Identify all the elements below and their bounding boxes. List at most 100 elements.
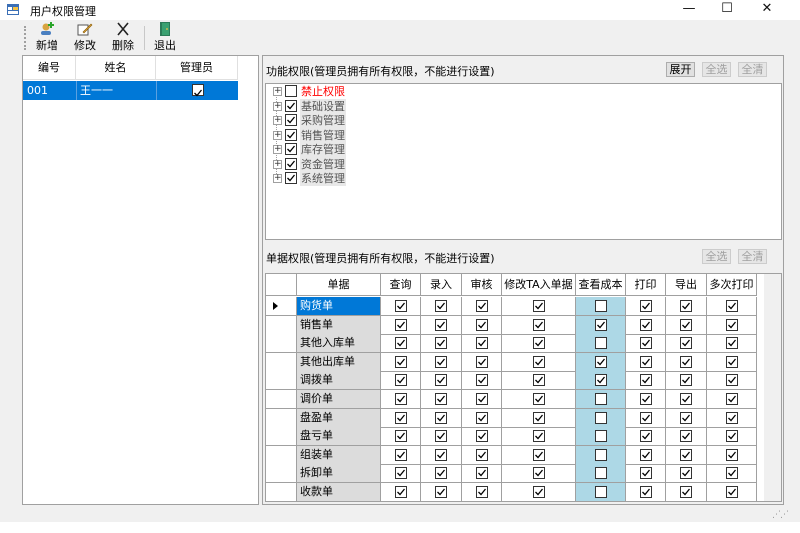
permission-checkbox[interactable] — [639, 486, 652, 498]
row-header[interactable] — [266, 315, 297, 335]
permission-checkbox[interactable] — [680, 374, 692, 387]
permission-checkbox[interactable] — [680, 448, 692, 461]
permission-checkbox[interactable] — [394, 355, 407, 368]
expand-node-icon[interactable]: + — [273, 87, 282, 96]
column-header[interactable]: 导出 — [666, 274, 707, 296]
permission-checkbox[interactable] — [639, 411, 652, 424]
permission-checkbox[interactable] — [725, 411, 738, 424]
function-select-all-button[interactable]: 全选 — [702, 62, 731, 77]
maximize-button[interactable]: ☐ — [706, 0, 748, 20]
permission-checkbox[interactable] — [639, 337, 652, 350]
permission-checkbox[interactable] — [394, 374, 407, 387]
admin-checkbox[interactable] — [191, 84, 204, 97]
permission-checkbox[interactable] — [435, 337, 447, 350]
row-header[interactable] — [266, 334, 297, 354]
document-name-cell[interactable]: 拆卸单 — [297, 464, 381, 484]
document-name-cell[interactable]: 其他出库单 — [297, 352, 381, 372]
permission-checkbox[interactable] — [725, 467, 738, 480]
permission-checkbox[interactable] — [639, 393, 652, 405]
permission-checkbox[interactable] — [594, 467, 607, 480]
permission-checkbox[interactable] — [435, 300, 447, 312]
permission-checkbox[interactable] — [639, 355, 652, 368]
permission-checkbox[interactable] — [725, 486, 738, 498]
row-header[interactable] — [266, 371, 297, 391]
permission-checkbox[interactable] — [435, 355, 447, 368]
permission-checkbox[interactable] — [594, 355, 607, 368]
permission-checkbox[interactable] — [475, 430, 488, 443]
column-header[interactable]: 多次打印 — [707, 274, 757, 296]
tree-node-checkbox[interactable] — [285, 172, 297, 184]
document-name-cell[interactable]: 收款单 — [297, 483, 381, 501]
permission-checkbox[interactable] — [680, 337, 692, 350]
permission-checkbox[interactable] — [680, 318, 692, 331]
permission-checkbox[interactable] — [532, 411, 545, 424]
permission-checkbox[interactable] — [594, 430, 607, 443]
permission-checkbox[interactable] — [394, 430, 407, 443]
row-header[interactable] — [266, 390, 297, 409]
permission-checkbox[interactable] — [394, 300, 407, 312]
permission-checkbox[interactable] — [475, 411, 488, 424]
permission-checkbox[interactable] — [475, 486, 488, 498]
column-header[interactable]: 查看成本 — [576, 274, 626, 296]
permission-checkbox[interactable] — [435, 393, 447, 405]
document-name-cell[interactable]: 购货单 — [297, 297, 381, 316]
column-header[interactable]: 审核 — [462, 274, 502, 296]
permission-checkbox[interactable] — [725, 355, 738, 368]
permission-checkbox[interactable] — [594, 300, 607, 312]
column-header[interactable]: 录入 — [421, 274, 462, 296]
permission-checkbox[interactable] — [532, 448, 545, 461]
permission-checkbox[interactable] — [680, 393, 692, 405]
permission-checkbox[interactable] — [435, 467, 447, 480]
permission-checkbox[interactable] — [594, 337, 607, 350]
permission-checkbox[interactable] — [532, 337, 545, 350]
column-header[interactable]: 打印 — [626, 274, 666, 296]
expand-node-icon[interactable]: + — [273, 145, 282, 154]
row-header[interactable] — [266, 445, 297, 465]
permission-checkbox[interactable] — [394, 411, 407, 424]
expand-node-icon[interactable]: + — [273, 174, 282, 183]
permission-checkbox[interactable] — [532, 374, 545, 387]
permission-checkbox[interactable] — [594, 318, 607, 331]
permission-checkbox[interactable] — [475, 355, 488, 368]
permission-checkbox[interactable] — [394, 393, 407, 405]
permission-checkbox[interactable] — [725, 374, 738, 387]
permission-checkbox[interactable] — [532, 318, 545, 331]
permission-checkbox[interactable] — [594, 374, 607, 387]
tree-node-checkbox[interactable] — [285, 85, 297, 97]
permission-checkbox[interactable] — [639, 448, 652, 461]
vertical-scrollbar[interactable] — [764, 274, 781, 501]
permission-checkbox[interactable] — [532, 393, 545, 405]
tree-node-checkbox[interactable] — [285, 157, 297, 170]
permission-checkbox[interactable] — [394, 318, 407, 331]
document-name-cell[interactable]: 组装单 — [297, 445, 381, 465]
permission-checkbox[interactable] — [532, 467, 545, 480]
permission-checkbox[interactable] — [639, 374, 652, 387]
row-header[interactable] — [266, 408, 297, 428]
permission-checkbox[interactable] — [394, 337, 407, 350]
permission-checkbox[interactable] — [394, 467, 407, 480]
permission-checkbox[interactable] — [475, 448, 488, 461]
permission-checkbox[interactable] — [435, 411, 447, 424]
permission-checkbox[interactable] — [532, 430, 545, 443]
expand-node-icon[interactable]: + — [273, 159, 282, 169]
exit-button[interactable]: 退出 — [150, 22, 180, 52]
permission-checkbox[interactable] — [680, 430, 692, 443]
edit-button[interactable]: 修改 — [70, 22, 100, 52]
permission-checkbox[interactable] — [680, 411, 692, 424]
permission-checkbox[interactable] — [725, 300, 738, 312]
permission-checkbox[interactable] — [435, 430, 447, 443]
permission-checkbox[interactable] — [594, 393, 607, 405]
document-select-all-button[interactable]: 全选 — [702, 249, 731, 264]
permission-checkbox[interactable] — [532, 486, 545, 498]
tree-node-checkbox[interactable] — [285, 114, 297, 126]
column-header-name[interactable]: 姓名 — [76, 56, 156, 80]
permission-checkbox[interactable] — [394, 486, 407, 498]
document-name-cell[interactable]: 调价单 — [297, 390, 381, 409]
permission-checkbox[interactable] — [639, 430, 652, 443]
permission-checkbox[interactable] — [639, 467, 652, 480]
permission-checkbox[interactable] — [725, 337, 738, 350]
permission-checkbox[interactable] — [594, 448, 607, 461]
permission-checkbox[interactable] — [435, 374, 447, 387]
permission-checkbox[interactable] — [435, 318, 447, 331]
row-header[interactable] — [266, 483, 297, 501]
